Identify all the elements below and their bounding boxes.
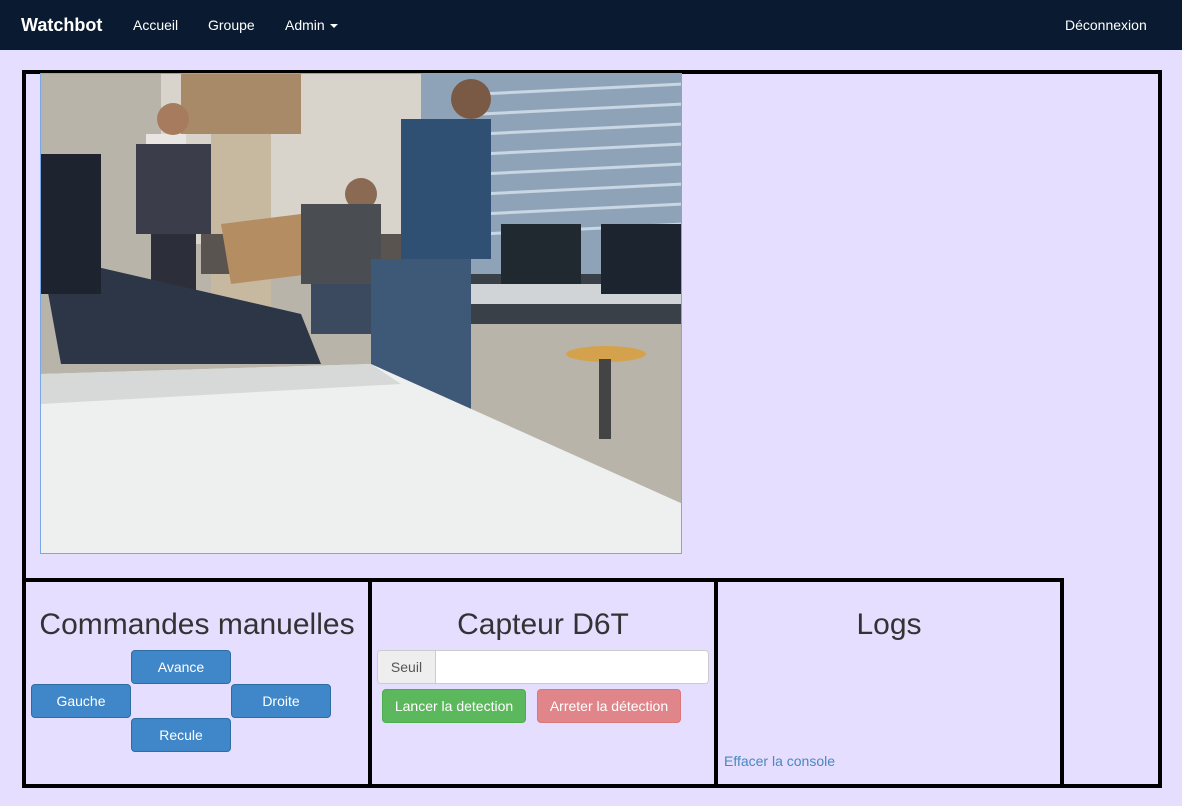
- threshold-input-group: Seuil: [377, 650, 709, 684]
- left-button[interactable]: Gauche: [31, 684, 131, 718]
- backward-button[interactable]: Recule: [131, 718, 231, 752]
- nav-admin-label: Admin: [285, 17, 325, 33]
- manual-controls-title: Commandes manuelles: [39, 608, 355, 641]
- forward-button[interactable]: Avance: [131, 650, 231, 684]
- nav-groupe[interactable]: Groupe: [208, 17, 255, 33]
- start-detection-button[interactable]: Lancer la detection: [382, 689, 526, 723]
- nav-accueil[interactable]: Accueil: [133, 17, 178, 33]
- camera-feed: [40, 73, 682, 554]
- logout-link[interactable]: Déconnexion: [1065, 17, 1147, 33]
- threshold-label: Seuil: [378, 651, 436, 683]
- caret-down-icon: [329, 24, 338, 29]
- sensor-title: Capteur D6T: [457, 608, 629, 641]
- navbar: Watchbot Accueil Groupe Admin Déconnexio…: [0, 0, 1182, 50]
- threshold-input[interactable]: [436, 651, 708, 683]
- stop-detection-button[interactable]: Arreter la détection: [537, 689, 681, 723]
- nav-admin-dropdown[interactable]: Admin: [285, 17, 338, 33]
- logs-title: Logs: [856, 608, 922, 641]
- right-button[interactable]: Droite: [231, 684, 331, 718]
- camera-image: [41, 74, 681, 553]
- brand-link[interactable]: Watchbot: [21, 15, 102, 36]
- clear-console-link[interactable]: Effacer la console: [724, 753, 835, 769]
